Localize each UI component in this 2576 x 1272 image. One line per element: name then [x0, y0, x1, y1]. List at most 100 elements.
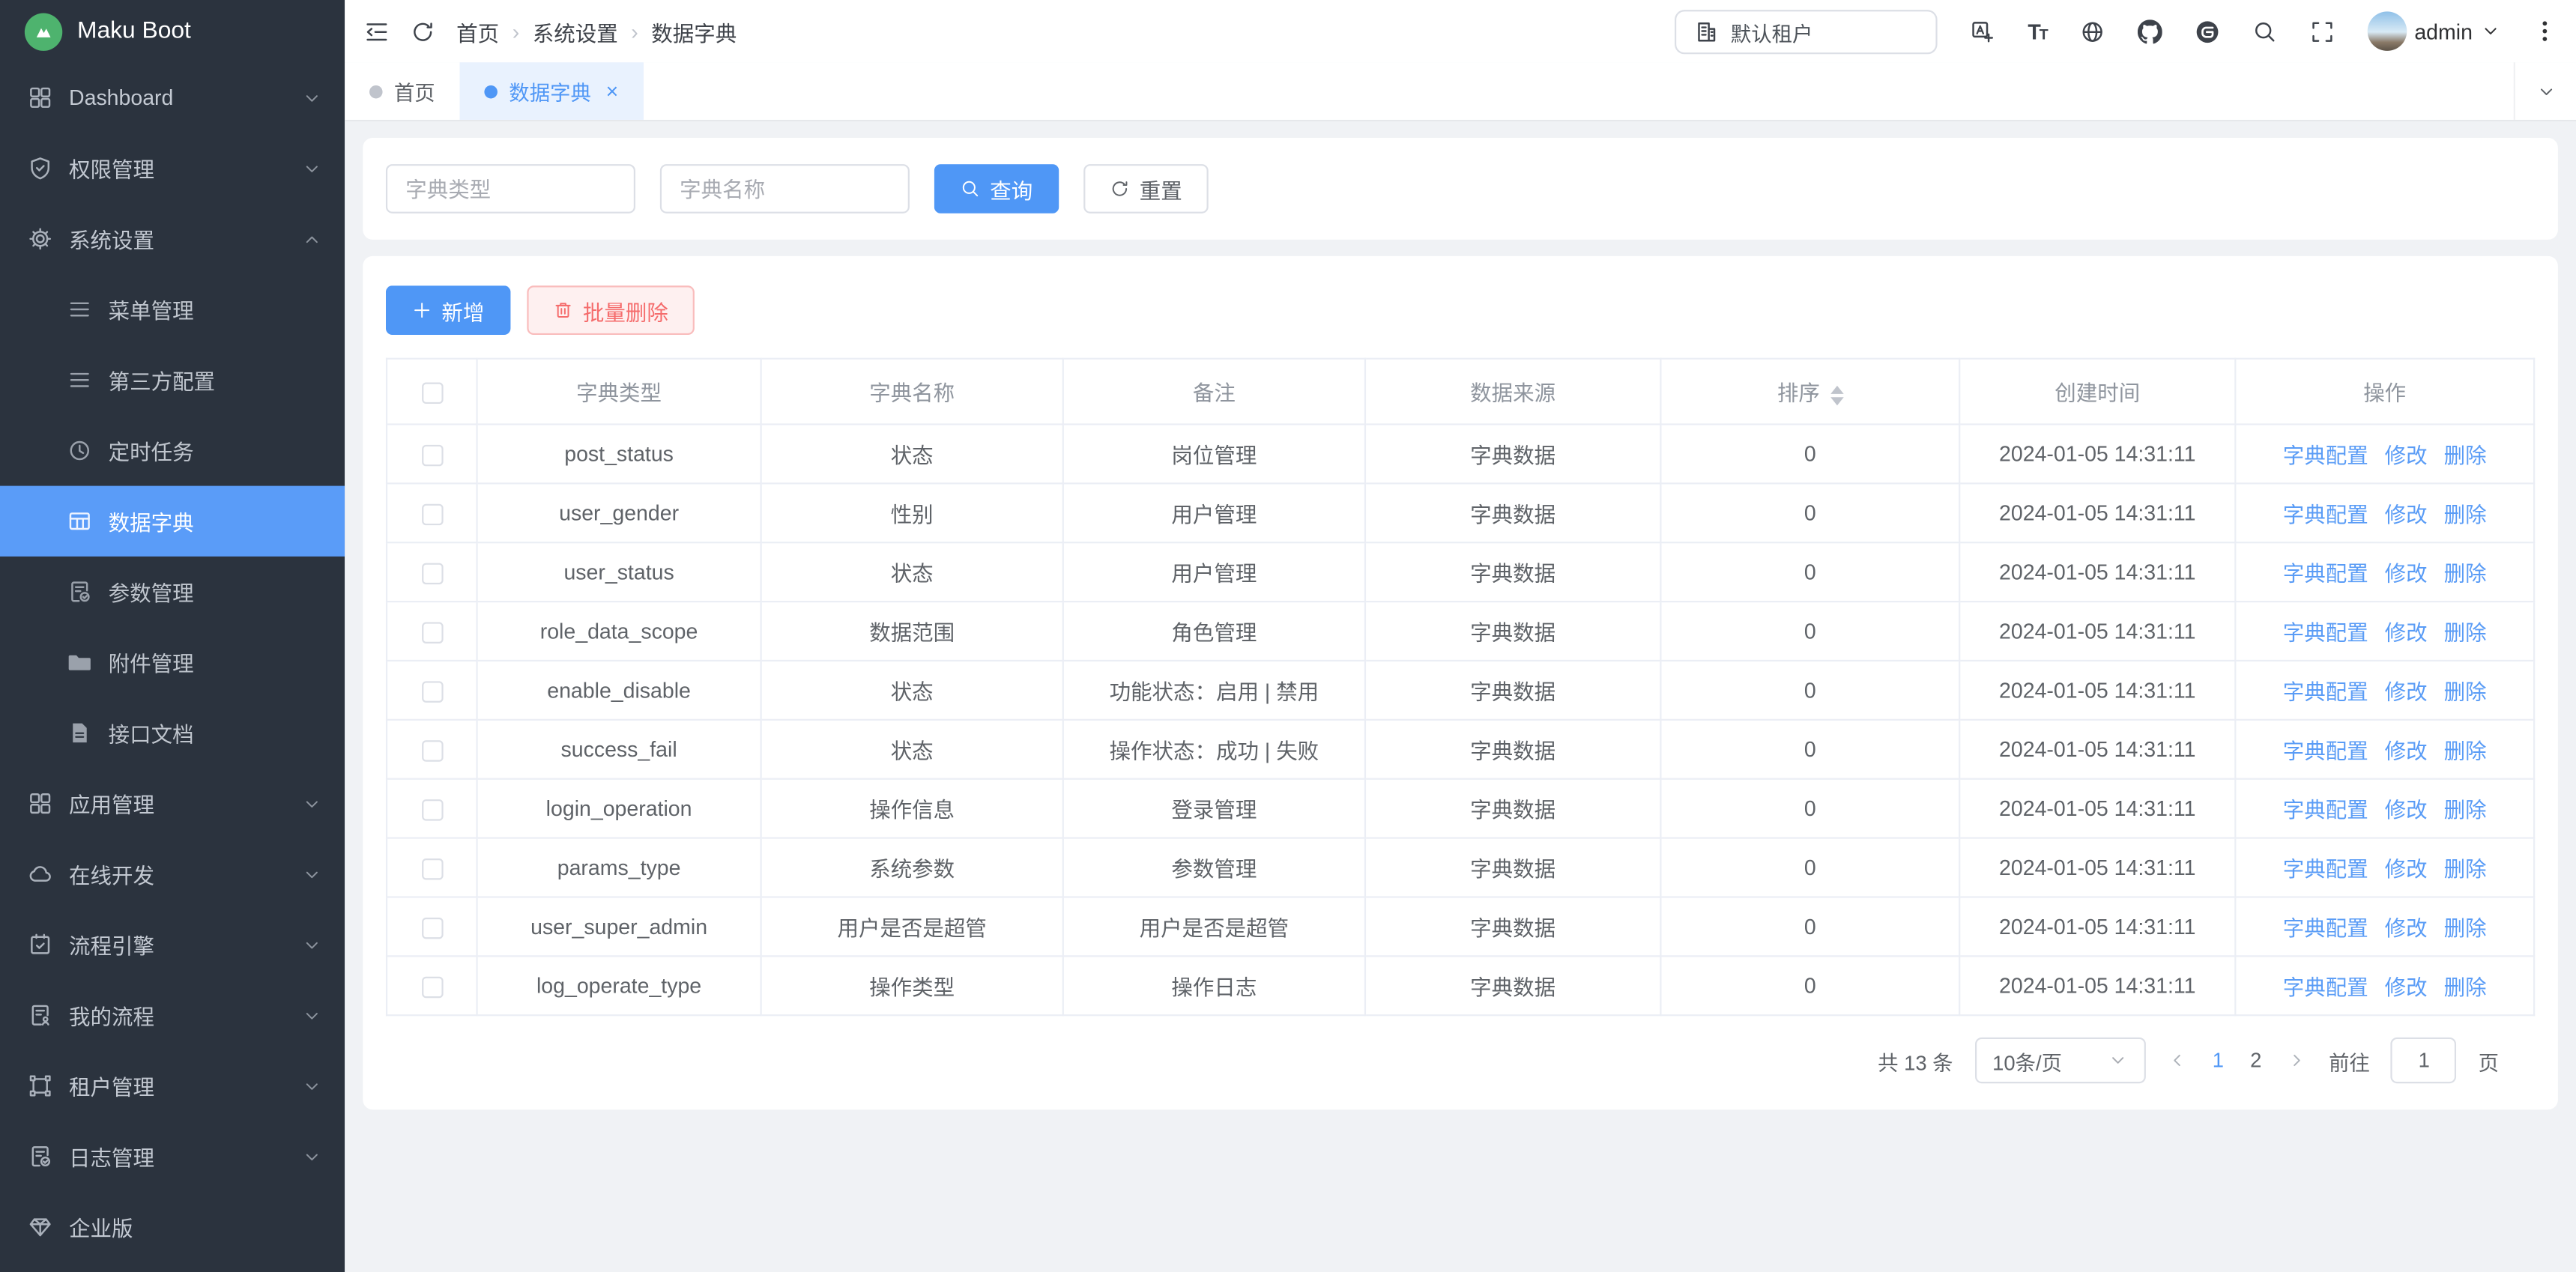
row-checkbox[interactable] — [421, 681, 442, 702]
tenant-label: 默认租户 — [1731, 16, 1813, 47]
delete-link[interactable]: 删除 — [2444, 975, 2487, 1000]
tenant-select[interactable]: 默认租户 — [1675, 9, 1938, 53]
page-1[interactable]: 1 — [2213, 1049, 2224, 1072]
edit-link[interactable]: 修改 — [2385, 620, 2428, 645]
sidebar-item-api-docs[interactable]: 接口文档 — [0, 697, 345, 768]
sidebar-item-workflow-engine[interactable]: 流程引擎 — [0, 909, 345, 980]
gitee-icon[interactable] — [2195, 19, 2219, 43]
sidebar: Maku Boot Dashboard 权限管理 系统设置 菜单管理 — [0, 0, 345, 1272]
dict-config-link[interactable]: 字典配置 — [2283, 857, 2368, 882]
dict-config-link[interactable]: 字典配置 — [2283, 916, 2368, 941]
more-icon[interactable] — [2533, 19, 2557, 43]
delete-link[interactable]: 删除 — [2444, 798, 2487, 823]
sidebar-item-params-management[interactable]: 参数管理 — [0, 557, 345, 627]
delete-link[interactable]: 删除 — [2444, 561, 2487, 586]
tab-list-dropdown[interactable] — [2514, 62, 2576, 120]
dict-config-link[interactable]: 字典配置 — [2283, 620, 2368, 645]
sidebar-item-attachment-management[interactable]: 附件管理 — [0, 627, 345, 697]
font-size-icon[interactable]: TT — [2028, 19, 2046, 43]
breadcrumb-home[interactable]: 首页 — [456, 16, 499, 47]
sidebar-item-app-management[interactable]: 应用管理 — [0, 768, 345, 838]
col-sort[interactable]: 排序 — [1660, 359, 1959, 425]
row-checkbox[interactable] — [421, 858, 442, 879]
dict-config-link[interactable]: 字典配置 — [2283, 561, 2368, 586]
row-checkbox[interactable] — [421, 740, 442, 761]
breadcrumb-system-settings[interactable]: 系统设置 — [533, 16, 618, 47]
edit-link[interactable]: 修改 — [2385, 443, 2428, 468]
delete-link[interactable]: 删除 — [2444, 503, 2487, 527]
prev-page-icon[interactable] — [2166, 1050, 2186, 1070]
frame-icon — [28, 1073, 52, 1098]
edit-link[interactable]: 修改 — [2385, 916, 2428, 941]
dict-config-link[interactable]: 字典配置 — [2283, 443, 2368, 468]
edit-link[interactable]: 修改 — [2385, 739, 2428, 763]
delete-link[interactable]: 删除 — [2444, 620, 2487, 645]
delete-link[interactable]: 删除 — [2444, 916, 2487, 941]
logo[interactable]: Maku Boot — [0, 0, 345, 62]
sidebar-item-menu-management[interactable]: 菜单管理 — [0, 274, 345, 345]
sidebar-item-system-settings[interactable]: 系统设置 — [0, 204, 345, 274]
table-row: enable_disable状态功能状态：启用 | 禁用 字典数据02024-0… — [387, 661, 2534, 720]
query-button[interactable]: 查询 — [934, 164, 1059, 213]
row-checkbox[interactable] — [421, 504, 442, 525]
delete-link[interactable]: 删除 — [2444, 739, 2487, 763]
app-root: Maku Boot Dashboard 权限管理 系统设置 菜单管理 — [0, 0, 2576, 1272]
row-checkbox[interactable] — [421, 799, 442, 820]
row-checkbox[interactable] — [421, 977, 442, 998]
fullscreen-icon[interactable] — [2309, 19, 2334, 43]
edit-link[interactable]: 修改 — [2385, 975, 2428, 1000]
sidebar-item-online-dev[interactable]: 在线开发 — [0, 839, 345, 909]
delete-link[interactable]: 删除 — [2444, 679, 2487, 704]
chevron-down-icon — [302, 158, 321, 178]
dict-config-link[interactable]: 字典配置 — [2283, 503, 2368, 527]
delete-link[interactable]: 删除 — [2444, 443, 2487, 468]
dict-config-link[interactable]: 字典配置 — [2283, 798, 2368, 823]
chevron-down-icon — [302, 1076, 321, 1095]
row-checkbox[interactable] — [421, 563, 442, 584]
page-2[interactable]: 2 — [2250, 1049, 2261, 1072]
sidebar-item-my-workflow[interactable]: 我的流程 — [0, 980, 345, 1050]
sidebar-item-data-dictionary[interactable]: 数据字典 — [0, 486, 345, 557]
sidebar-item-permissions[interactable]: 权限管理 — [0, 133, 345, 203]
goto-page-input[interactable] — [2391, 1038, 2457, 1083]
delete-link[interactable]: 删除 — [2444, 857, 2487, 882]
edit-link[interactable]: 修改 — [2385, 857, 2428, 882]
chevron-down-icon — [302, 1147, 321, 1166]
reset-button[interactable]: 重置 — [1083, 164, 1209, 213]
add-button[interactable]: 新增 — [386, 285, 511, 335]
batch-delete-button[interactable]: 批量删除 — [527, 285, 695, 335]
dict-type-input[interactable] — [386, 164, 635, 213]
sidebar-item-enterprise[interactable]: 企业版 — [0, 1192, 345, 1262]
sort-carets-icon[interactable] — [1830, 385, 1843, 405]
edit-link[interactable]: 修改 — [2385, 798, 2428, 823]
sidebar-item-dashboard[interactable]: Dashboard — [0, 62, 345, 133]
row-checkbox[interactable] — [421, 623, 442, 643]
page-size-select[interactable]: 10条/页 — [1974, 1038, 2145, 1083]
tab-home[interactable]: 首页 — [345, 62, 459, 120]
tab-data-dictionary[interactable]: 数据字典 × — [460, 62, 644, 120]
refresh-icon[interactable] — [411, 19, 435, 43]
sidebar-item-log-management[interactable]: 日志管理 — [0, 1121, 345, 1192]
edit-link[interactable]: 修改 — [2385, 503, 2428, 527]
edit-link[interactable]: 修改 — [2385, 679, 2428, 704]
edit-link[interactable]: 修改 — [2385, 561, 2428, 586]
dict-name-input[interactable] — [660, 164, 910, 213]
row-checkbox[interactable] — [421, 445, 442, 466]
close-icon[interactable]: × — [606, 79, 619, 103]
search-icon[interactable] — [2252, 19, 2276, 43]
row-checkbox[interactable] — [421, 918, 442, 939]
user-menu[interactable]: admin — [2367, 11, 2500, 51]
globe-icon[interactable] — [2079, 19, 2104, 43]
col-dict-type: 字典类型 — [477, 359, 761, 425]
dict-config-link[interactable]: 字典配置 — [2283, 679, 2368, 704]
fold-sidebar-icon[interactable] — [364, 19, 389, 43]
dict-config-link[interactable]: 字典配置 — [2283, 739, 2368, 763]
sidebar-item-tenant-management[interactable]: 租户管理 — [0, 1050, 345, 1121]
sidebar-item-third-party-config[interactable]: 第三方配置 — [0, 345, 345, 415]
dict-config-link[interactable]: 字典配置 — [2283, 975, 2368, 1000]
next-page-icon[interactable] — [2288, 1050, 2307, 1070]
github-icon[interactable] — [2137, 19, 2162, 43]
translate-icon[interactable] — [1971, 19, 1995, 43]
select-all-checkbox[interactable] — [421, 383, 442, 404]
sidebar-item-scheduled-tasks[interactable]: 定时任务 — [0, 415, 345, 485]
